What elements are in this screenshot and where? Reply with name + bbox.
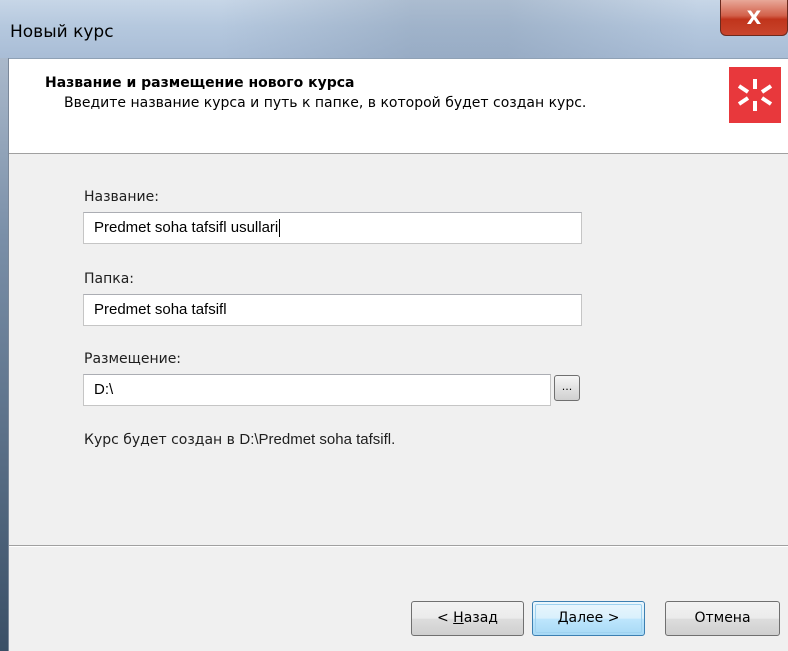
back-button-rest: азад [463, 610, 498, 626]
status-prefix: Курс будет создан в [84, 432, 240, 448]
next-button-rest: алее > [568, 610, 620, 626]
close-button[interactable]: X [720, 0, 788, 36]
next-button-accel: Д [557, 610, 569, 626]
location-label: Размещение: [84, 351, 182, 367]
folder-input-value: Predmet soha tafsifl [94, 301, 227, 318]
name-label: Название: [84, 189, 159, 205]
browse-button[interactable]: ... [554, 375, 580, 401]
location-input-value: D:\ [94, 381, 114, 398]
header-title: Название и размещение нового курса [45, 75, 355, 91]
name-input[interactable]: Predmet soha tafsifl usullari [83, 212, 582, 244]
footer-divider [9, 545, 788, 547]
back-button[interactable]: < Назад [411, 601, 524, 636]
back-button-prefix: < [436, 610, 454, 626]
window-title: Новый курс [10, 22, 114, 42]
folder-label: Папка: [84, 271, 135, 287]
back-button-accel: Н [453, 610, 464, 626]
wizard-header: Название и размещение нового курса Введи… [9, 58, 788, 154]
course-path-status: Курс будет создан в D:\Predmet soha tafs… [84, 431, 395, 448]
text-caret [279, 219, 281, 238]
ispring-star-icon [729, 67, 781, 123]
next-button[interactable]: Далее > [532, 601, 645, 636]
status-path: D:\Predmet soha tafsifl. [239, 431, 396, 448]
title-bar: Новый курс X [0, 0, 788, 58]
location-input[interactable]: D:\ [83, 374, 551, 406]
name-input-value: Predmet soha tafsifl usullari [94, 219, 279, 236]
close-icon: X [746, 6, 762, 29]
cancel-button[interactable]: Отмена [665, 601, 780, 636]
new-course-dialog: Название и размещение нового курса Введи… [8, 58, 788, 651]
window-left-frame [0, 58, 8, 651]
header-subtitle: Введите название курса и путь к папке, в… [64, 95, 587, 111]
folder-input[interactable]: Predmet soha tafsifl [83, 294, 582, 326]
title-bar-glass [220, 0, 700, 58]
